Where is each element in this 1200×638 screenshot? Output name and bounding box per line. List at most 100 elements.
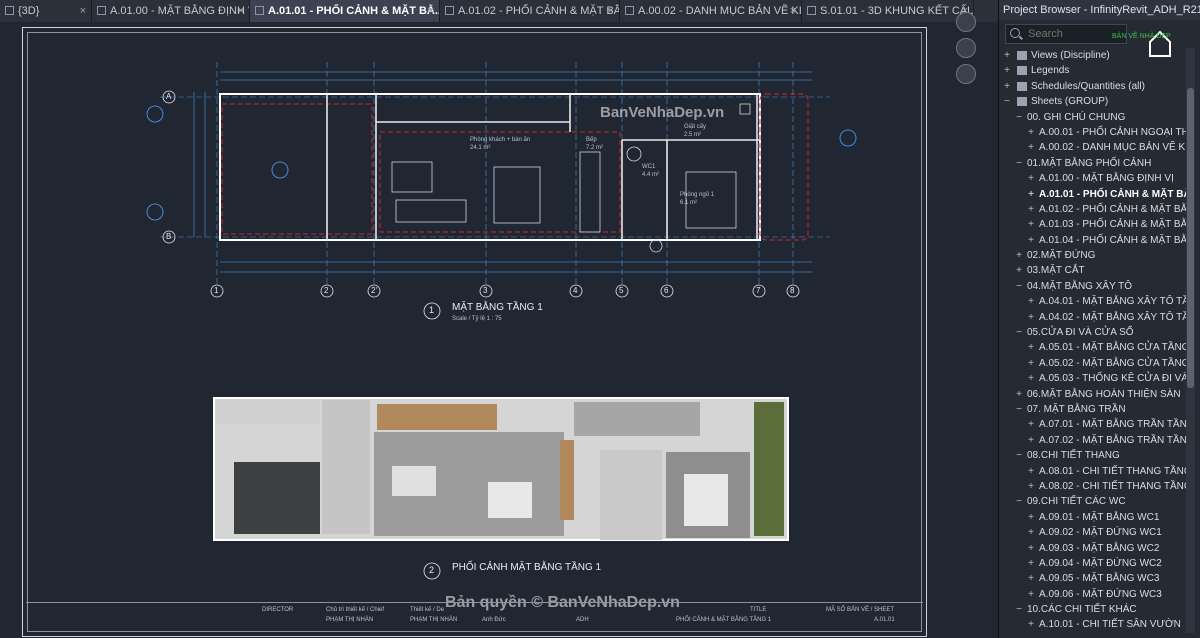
browser-item[interactable]: + Schedules/Quantities (all) bbox=[999, 79, 1189, 94]
browser-item[interactable]: + A.08.01 - CHI TIẾT THANG TẦNG 1- bbox=[999, 464, 1189, 479]
expand-icon[interactable]: + bbox=[1027, 187, 1035, 202]
expand-icon[interactable]: + bbox=[1027, 371, 1035, 386]
expand-icon[interactable]: + bbox=[1027, 464, 1035, 479]
browser-item[interactable]: + A.01.03 - PHỐI CẢNH & MẶT BẰNG bbox=[999, 217, 1189, 232]
browser-item[interactable]: + A.09.02 - MẶT ĐỨNG WC1 bbox=[999, 525, 1189, 540]
browser-item[interactable]: + A.01.01 - PHỐI CẢNH & MẶT BẰN bbox=[999, 187, 1189, 202]
browser-item[interactable]: −07. MẶT BẰNG TRẦN bbox=[999, 402, 1189, 417]
collapse-icon[interactable]: − bbox=[1015, 602, 1023, 617]
browser-item[interactable]: −09.CHI TIẾT CÁC WC bbox=[999, 494, 1189, 509]
browser-item[interactable]: + A.09.05 - MẶT BẰNG WC3 bbox=[999, 571, 1189, 586]
browser-item[interactable]: + A.09.04 - MẶT ĐỨNG WC2 bbox=[999, 556, 1189, 571]
expand-icon[interactable]: + bbox=[1003, 63, 1011, 78]
pan-icon[interactable] bbox=[956, 64, 976, 84]
expand-icon[interactable]: + bbox=[1003, 48, 1011, 63]
view-tab-4[interactable]: A.00.02 - DANH MỤC BẢN VẼ KIẾN...× bbox=[620, 0, 802, 22]
view-tab-2[interactable]: A.01.01 - PHỐI CẢNH & MẶT BẰ... × bbox=[250, 0, 440, 22]
tab-label: A.01.00 - MẶT BẰNG ĐỊNH VỊ bbox=[110, 5, 250, 17]
browser-item-label: A.01.02 - PHỐI CẢNH & MẶT BẰNG bbox=[1039, 203, 1189, 215]
expand-icon[interactable]: + bbox=[1027, 140, 1035, 155]
collapse-icon[interactable]: − bbox=[1015, 402, 1023, 417]
collapse-icon[interactable]: − bbox=[1015, 494, 1023, 509]
browser-item[interactable]: + A.00.01 - PHỐI CẢNH NGOẠI THẤT- bbox=[999, 125, 1189, 140]
browser-item[interactable]: + A.07.01 - MẶT BẰNG TRẦN TẦNG 1- bbox=[999, 417, 1189, 432]
expand-icon[interactable]: + bbox=[1027, 310, 1035, 325]
expand-icon[interactable]: + bbox=[1027, 356, 1035, 371]
browser-item[interactable]: − Sheets (GROUP) bbox=[999, 94, 1189, 109]
expand-icon[interactable]: + bbox=[1015, 263, 1023, 278]
browser-item[interactable]: + A.09.06 - MẶT ĐỨNG WC3 bbox=[999, 587, 1189, 602]
search-box[interactable] bbox=[1005, 24, 1127, 44]
browser-item[interactable]: + A.09.03 - MẶT BẰNG WC2 bbox=[999, 541, 1189, 556]
expand-icon[interactable]: + bbox=[1027, 541, 1035, 556]
expand-icon[interactable]: + bbox=[1027, 217, 1035, 232]
view-tab-1[interactable]: A.01.00 - MẶT BẰNG ĐỊNH VỊ × bbox=[92, 0, 250, 22]
expand-icon[interactable]: + bbox=[1027, 525, 1035, 540]
browser-item[interactable]: + A.10.01 - CHI TIẾT SÂN VƯỜN bbox=[999, 617, 1189, 632]
expand-icon[interactable]: + bbox=[1027, 294, 1035, 309]
zoom-icon[interactable] bbox=[956, 38, 976, 58]
collapse-icon[interactable]: − bbox=[1015, 448, 1023, 463]
view-tab-0[interactable]: {3D} × bbox=[0, 0, 92, 22]
browser-item[interactable]: −10.CÁC CHI TIẾT KHÁC bbox=[999, 602, 1189, 617]
expand-icon[interactable]: + bbox=[1027, 171, 1035, 186]
expand-icon[interactable]: + bbox=[1027, 433, 1035, 448]
expand-icon[interactable]: + bbox=[1015, 248, 1023, 263]
browser-item[interactable]: + A.05.01 - MẶT BẰNG CỬA TẦNG 1-2 bbox=[999, 340, 1189, 355]
room-name: Giặt cấy bbox=[684, 124, 707, 130]
browser-item[interactable]: +02.MẶT ĐỨNG bbox=[999, 248, 1189, 263]
expand-icon[interactable]: + bbox=[1027, 479, 1035, 494]
expand-icon[interactable]: + bbox=[1027, 233, 1035, 248]
close-icon[interactable]: × bbox=[238, 0, 244, 22]
expand-icon[interactable]: + bbox=[1003, 79, 1011, 94]
browser-item[interactable]: + A.08.02 - CHI TIẾT THANG TẦNG 2- bbox=[999, 479, 1189, 494]
view-tab-5[interactable]: S.01.01 - 3D KHUNG KẾT CẤU × bbox=[802, 0, 974, 22]
browser-item[interactable]: −08.CHI TIẾT THANG bbox=[999, 448, 1189, 463]
collapse-icon[interactable]: − bbox=[1015, 325, 1023, 340]
browser-item[interactable]: +03.MẶT CẮT bbox=[999, 263, 1189, 278]
expand-icon[interactable]: + bbox=[1027, 417, 1035, 432]
project-browser: Project Browser - InfinityRevit_ADH_R21 … bbox=[998, 0, 1200, 638]
browser-item[interactable]: + A.01.04 - PHỐI CẢNH & MẶT BẰNG bbox=[999, 233, 1189, 248]
browser-item[interactable]: + A.00.02 - DANH MỤC BẢN VẼ KIẾN T bbox=[999, 140, 1189, 155]
browser-item[interactable]: + A.01.02 - PHỐI CẢNH & MẶT BẰNG bbox=[999, 202, 1189, 217]
browser-item[interactable]: −00. GHI CHÚ CHUNG bbox=[999, 110, 1189, 125]
browser-item[interactable]: + A.09.01 - MẶT BẰNG WC1 bbox=[999, 510, 1189, 525]
tab-label: {3D} bbox=[18, 5, 40, 17]
browser-item[interactable]: + A.04.02 - MẶT BẰNG XÂY TÔ TẦNG bbox=[999, 310, 1189, 325]
collapse-icon[interactable]: − bbox=[1015, 110, 1023, 125]
browser-item[interactable]: + A.01.00 - MẶT BẰNG ĐỊNH VỊ bbox=[999, 171, 1189, 186]
browser-item[interactable]: −01.MẶT BẰNG PHỐI CẢNH bbox=[999, 156, 1189, 171]
close-icon[interactable]: × bbox=[790, 0, 796, 22]
browser-item[interactable]: + A.04.01 - MẶT BẰNG XÂY TÔ TẦNG bbox=[999, 294, 1189, 309]
expand-icon[interactable]: + bbox=[1027, 556, 1035, 571]
expand-icon[interactable]: + bbox=[1015, 387, 1023, 402]
expand-icon[interactable]: + bbox=[1027, 571, 1035, 586]
view-tab-bar: {3D} × A.01.00 - MẶT BẰNG ĐỊNH VỊ × A.01.01 … bbox=[0, 0, 1000, 23]
browser-item[interactable]: −04.MẶT BẰNG XÂY TÔ bbox=[999, 279, 1189, 294]
browser-item[interactable]: −05.CỬA ĐI VÀ CỬA SỔ bbox=[999, 325, 1189, 340]
browser-item[interactable]: + A.05.02 - MẶT BẰNG CỬA TẦNG 3-T bbox=[999, 356, 1189, 371]
collapse-icon[interactable]: − bbox=[1015, 156, 1023, 171]
browser-item[interactable]: + A.07.02 - MẶT BẰNG TRẦN TẦNG 3 bbox=[999, 433, 1189, 448]
expand-icon[interactable]: + bbox=[1027, 617, 1035, 632]
close-icon[interactable]: × bbox=[608, 0, 614, 22]
expand-icon[interactable]: + bbox=[1027, 340, 1035, 355]
close-icon[interactable]: × bbox=[80, 0, 86, 22]
steering-wheel-icon[interactable] bbox=[956, 12, 976, 32]
expand-icon[interactable]: + bbox=[1027, 587, 1035, 602]
scrollbar-thumb[interactable] bbox=[1187, 88, 1194, 388]
vertical-scrollbar[interactable] bbox=[1186, 48, 1195, 633]
expand-icon[interactable]: + bbox=[1027, 125, 1035, 140]
collapse-icon[interactable]: − bbox=[1015, 279, 1023, 294]
browser-item[interactable]: + Legends bbox=[999, 63, 1189, 78]
browser-item[interactable]: +06.MẶT BẰNG HOÀN THIỆN SÀN bbox=[999, 387, 1189, 402]
view-tab-3[interactable]: A.01.02 - PHỐI CẢNH & MẶT BẰN...× bbox=[440, 0, 620, 22]
drawing-canvas[interactable]: BanVeNhaDep.vn Bản quyền © BanVeNhaDep.v… bbox=[0, 22, 998, 638]
collapse-icon[interactable]: − bbox=[1003, 94, 1011, 109]
browser-item[interactable]: + A.05.03 - THỐNG KÊ CỬA ĐI VÀ LOU bbox=[999, 371, 1189, 386]
expand-icon[interactable]: + bbox=[1027, 510, 1035, 525]
expand-icon[interactable]: + bbox=[1027, 202, 1035, 217]
plan-drawing[interactable] bbox=[0, 22, 998, 638]
close-icon[interactable]: × bbox=[428, 0, 434, 22]
